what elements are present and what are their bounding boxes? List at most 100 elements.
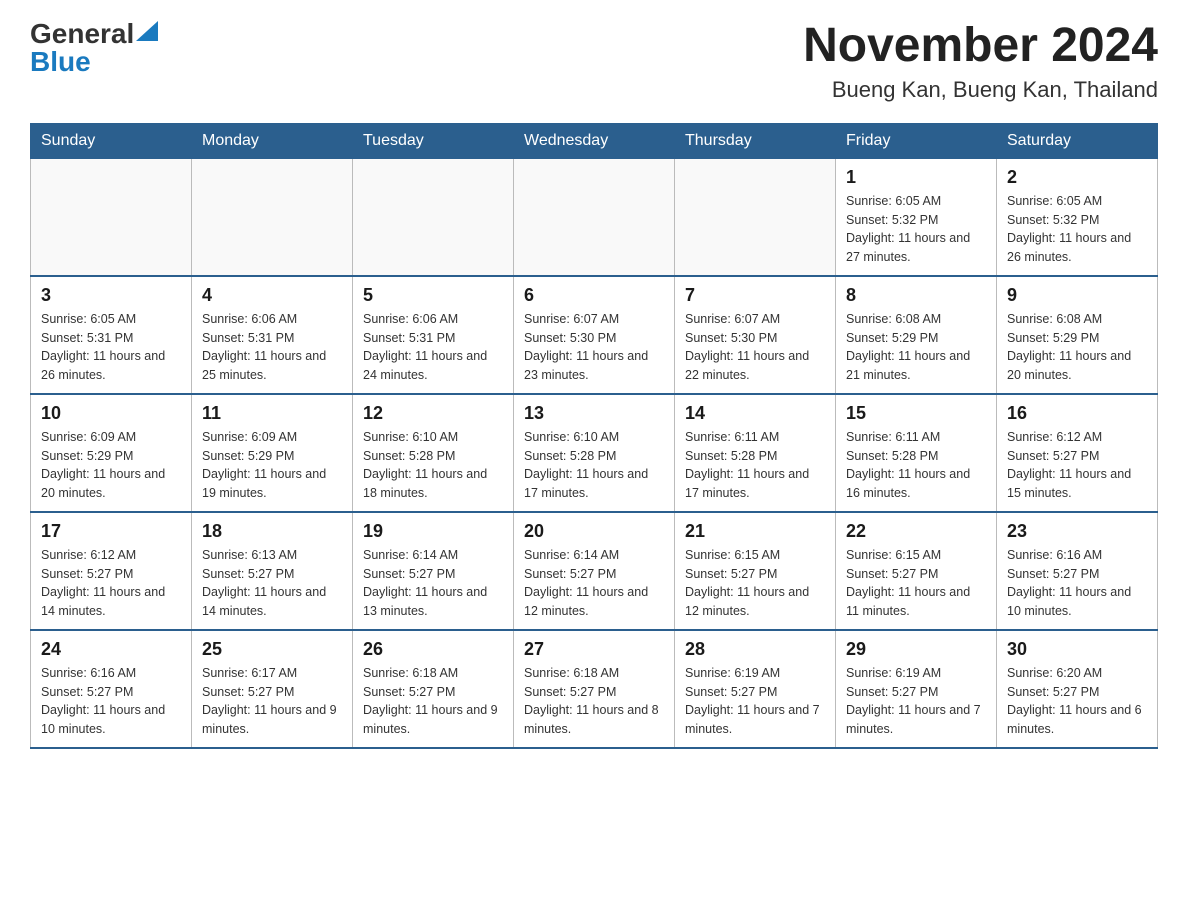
day-number: 30: [1007, 639, 1147, 660]
day-info: Sunrise: 6:07 AMSunset: 5:30 PMDaylight:…: [524, 310, 664, 385]
calendar-cell: 18 Sunrise: 6:13 AMSunset: 5:27 PMDayligh…: [192, 512, 353, 630]
day-info: Sunrise: 6:17 AMSunset: 5:27 PMDaylight:…: [202, 664, 342, 739]
day-info: Sunrise: 6:05 AMSunset: 5:32 PMDaylight:…: [1007, 192, 1147, 267]
calendar-cell: 5Sunrise: 6:06 AMSunset: 5:31 PMDaylight…: [353, 276, 514, 394]
day-number: 1: [846, 167, 986, 188]
day-info: Sunrise: 6:19 AMSunset: 5:27 PMDaylight:…: [685, 664, 825, 739]
day-info: Sunrise: 6:15 AMSunset: 5:27 PMDaylight:…: [846, 546, 986, 621]
day-number: 19: [363, 521, 503, 542]
day-info: Sunrise: 6:12 AMSunset: 5:27 PMDaylight:…: [1007, 428, 1147, 503]
day-number: 25: [202, 639, 342, 660]
day-number: 10: [41, 403, 181, 424]
day-number: 11: [202, 403, 342, 424]
calendar-title: November 2024: [803, 20, 1158, 73]
day-info: Sunrise: 6:06 AMSunset: 5:31 PMDaylight:…: [202, 310, 342, 385]
day-info: Sunrise: 6:07 AMSunset: 5:30 PMDaylight:…: [685, 310, 825, 385]
calendar-table: SundayMondayTuesdayWednesdayThursdayFrid…: [30, 123, 1158, 749]
calendar-cell: 28 Sunrise: 6:19 AMSunset: 5:27 PMDayligh…: [675, 630, 836, 748]
weekday-header-row: SundayMondayTuesdayWednesdayThursdayFrid…: [31, 123, 1158, 158]
day-info: Sunrise: 6:05 AMSunset: 5:31 PMDaylight:…: [41, 310, 181, 385]
calendar-cell: 12Sunrise: 6:10 AMSunset: 5:28 PMDayligh…: [353, 394, 514, 512]
day-info: Sunrise: 6:16 AMSunset: 5:27 PMDaylight:…: [1007, 546, 1147, 621]
day-info: Sunrise: 6:14 AMSunset: 5:27 PMDaylight:…: [363, 546, 503, 621]
calendar-cell: [31, 158, 192, 276]
calendar-cell: 4 Sunrise: 6:06 AMSunset: 5:31 PMDaylight…: [192, 276, 353, 394]
day-number: 21: [685, 521, 825, 542]
calendar-week-row: 1 Sunrise: 6:05 AMSunset: 5:32 PMDaylight…: [31, 158, 1158, 276]
day-info: Sunrise: 6:11 AMSunset: 5:28 PMDaylight:…: [685, 428, 825, 503]
calendar-cell: 16 Sunrise: 6:12 AMSunset: 5:27 PMDayligh…: [997, 394, 1158, 512]
calendar-cell: 9Sunrise: 6:08 AMSunset: 5:29 PMDaylight…: [997, 276, 1158, 394]
calendar-cell: 15 Sunrise: 6:11 AMSunset: 5:28 PMDayligh…: [836, 394, 997, 512]
title-area: November 2024 Bueng Kan, Bueng Kan, Thai…: [803, 20, 1158, 103]
calendar-cell: [675, 158, 836, 276]
day-number: 18: [202, 521, 342, 542]
calendar-cell: 3Sunrise: 6:05 AMSunset: 5:31 PMDaylight…: [31, 276, 192, 394]
day-number: 8: [846, 285, 986, 306]
calendar-week-row: 24 Sunrise: 6:16 AMSunset: 5:27 PMDayligh…: [31, 630, 1158, 748]
day-info: Sunrise: 6:08 AMSunset: 5:29 PMDaylight:…: [846, 310, 986, 385]
day-number: 15: [846, 403, 986, 424]
day-info: Sunrise: 6:11 AMSunset: 5:28 PMDaylight:…: [846, 428, 986, 503]
day-number: 13: [524, 403, 664, 424]
calendar-cell: [353, 158, 514, 276]
calendar-cell: 24 Sunrise: 6:16 AMSunset: 5:27 PMDayligh…: [31, 630, 192, 748]
day-info: Sunrise: 6:10 AMSunset: 5:28 PMDaylight:…: [524, 428, 664, 503]
day-number: 14: [685, 403, 825, 424]
day-number: 2: [1007, 167, 1147, 188]
day-info: Sunrise: 6:18 AMSunset: 5:27 PMDaylight:…: [363, 664, 503, 739]
logo-general-text: General: [30, 20, 134, 48]
calendar-cell: 11 Sunrise: 6:09 AMSunset: 5:29 PMDayligh…: [192, 394, 353, 512]
day-info: Sunrise: 6:19 AMSunset: 5:27 PMDaylight:…: [846, 664, 986, 739]
calendar-cell: 25 Sunrise: 6:17 AMSunset: 5:27 PMDayligh…: [192, 630, 353, 748]
weekday-header-tuesday: Tuesday: [353, 123, 514, 158]
weekday-header-sunday: Sunday: [31, 123, 192, 158]
day-info: Sunrise: 6:10 AMSunset: 5:28 PMDaylight:…: [363, 428, 503, 503]
calendar-cell: 19 Sunrise: 6:14 AMSunset: 5:27 PMDayligh…: [353, 512, 514, 630]
calendar-cell: 17Sunrise: 6:12 AMSunset: 5:27 PMDayligh…: [31, 512, 192, 630]
calendar-week-row: 17Sunrise: 6:12 AMSunset: 5:27 PMDayligh…: [31, 512, 1158, 630]
calendar-cell: 20Sunrise: 6:14 AMSunset: 5:27 PMDayligh…: [514, 512, 675, 630]
weekday-header-friday: Friday: [836, 123, 997, 158]
day-info: Sunrise: 6:09 AMSunset: 5:29 PMDaylight:…: [41, 428, 181, 503]
day-info: Sunrise: 6:15 AMSunset: 5:27 PMDaylight:…: [685, 546, 825, 621]
day-number: 7: [685, 285, 825, 306]
day-number: 6: [524, 285, 664, 306]
day-info: Sunrise: 6:13 AMSunset: 5:27 PMDaylight:…: [202, 546, 342, 621]
calendar-cell: 21 Sunrise: 6:15 AMSunset: 5:27 PMDayligh…: [675, 512, 836, 630]
day-number: 4: [202, 285, 342, 306]
calendar-cell: 8 Sunrise: 6:08 AMSunset: 5:29 PMDaylight…: [836, 276, 997, 394]
calendar-cell: 6 Sunrise: 6:07 AMSunset: 5:30 PMDaylight…: [514, 276, 675, 394]
day-info: Sunrise: 6:08 AMSunset: 5:29 PMDaylight:…: [1007, 310, 1147, 385]
day-number: 24: [41, 639, 181, 660]
calendar-cell: 26 Sunrise: 6:18 AMSunset: 5:27 PMDayligh…: [353, 630, 514, 748]
day-info: Sunrise: 6:12 AMSunset: 5:27 PMDaylight:…: [41, 546, 181, 621]
calendar-week-row: 10 Sunrise: 6:09 AMSunset: 5:29 PMDayligh…: [31, 394, 1158, 512]
day-number: 23: [1007, 521, 1147, 542]
logo-triangle-icon: [136, 21, 158, 41]
day-number: 28: [685, 639, 825, 660]
day-info: Sunrise: 6:09 AMSunset: 5:29 PMDaylight:…: [202, 428, 342, 503]
day-number: 27: [524, 639, 664, 660]
day-info: Sunrise: 6:20 AMSunset: 5:27 PMDaylight:…: [1007, 664, 1147, 739]
day-number: 26: [363, 639, 503, 660]
calendar-cell: 22Sunrise: 6:15 AMSunset: 5:27 PMDayligh…: [836, 512, 997, 630]
calendar-week-row: 3Sunrise: 6:05 AMSunset: 5:31 PMDaylight…: [31, 276, 1158, 394]
calendar-cell: 13 Sunrise: 6:10 AMSunset: 5:28 PMDayligh…: [514, 394, 675, 512]
logo-blue-text: Blue: [30, 48, 91, 76]
calendar-cell: 2 Sunrise: 6:05 AMSunset: 5:32 PMDaylight…: [997, 158, 1158, 276]
weekday-header-monday: Monday: [192, 123, 353, 158]
location-subtitle: Bueng Kan, Bueng Kan, Thailand: [803, 77, 1158, 103]
calendar-cell: 29 Sunrise: 6:19 AMSunset: 5:27 PMDayligh…: [836, 630, 997, 748]
day-info: Sunrise: 6:05 AMSunset: 5:32 PMDaylight:…: [846, 192, 986, 267]
day-info: Sunrise: 6:06 AMSunset: 5:31 PMDaylight:…: [363, 310, 503, 385]
calendar-cell: 27 Sunrise: 6:18 AMSunset: 5:27 PMDayligh…: [514, 630, 675, 748]
calendar-cell: 10 Sunrise: 6:09 AMSunset: 5:29 PMDayligh…: [31, 394, 192, 512]
weekday-header-wednesday: Wednesday: [514, 123, 675, 158]
weekday-header-saturday: Saturday: [997, 123, 1158, 158]
day-number: 29: [846, 639, 986, 660]
calendar-cell: 30 Sunrise: 6:20 AMSunset: 5:27 PMDayligh…: [997, 630, 1158, 748]
day-info: Sunrise: 6:16 AMSunset: 5:27 PMDaylight:…: [41, 664, 181, 739]
day-info: Sunrise: 6:18 AMSunset: 5:27 PMDaylight:…: [524, 664, 664, 739]
day-number: 16: [1007, 403, 1147, 424]
